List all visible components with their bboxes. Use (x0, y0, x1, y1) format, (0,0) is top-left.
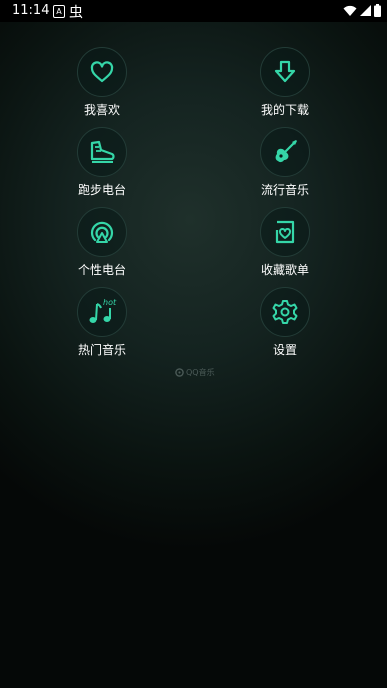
download-icon (274, 60, 296, 83)
menu-item-label: 收藏歌单 (260, 263, 309, 277)
menu-item-label: 我喜欢 (83, 103, 120, 117)
favorites-button[interactable] (77, 47, 127, 97)
brand-logo: QQ音乐 (175, 367, 215, 378)
battery-icon (374, 4, 381, 17)
menu-item-pop-music[interactable]: 流行音乐 (245, 127, 325, 198)
notification-a-icon: A (53, 5, 65, 18)
menu-item-label: 个性电台 (77, 263, 126, 277)
brand-text: QQ音乐 (186, 368, 215, 377)
qq-music-logo-icon (175, 368, 184, 377)
personal-radio-button[interactable] (77, 207, 127, 257)
running-radio-button[interactable] (77, 127, 127, 177)
screen: 11:14 A 虫 我喜欢 我的下载 跑步电台 流行音乐 个性电台 收藏歌单 h… (0, 0, 387, 688)
menu-item-label: 热门音乐 (77, 343, 126, 357)
downloads-button[interactable] (260, 47, 310, 97)
status-icons (343, 4, 381, 17)
hot-music-icon: hot (89, 298, 117, 323)
status-time: 11:14 (12, 3, 50, 18)
menu-item-personal-radio[interactable]: 个性电台 (62, 207, 142, 278)
status-bar: 11:14 A 虫 (0, 0, 387, 22)
signal-icon (360, 5, 371, 16)
menu-item-settings[interactable]: 设置 (245, 287, 325, 358)
menu-item-running-radio[interactable]: 跑步电台 (62, 127, 142, 198)
heart-icon (90, 61, 114, 83)
saved-playlists-button[interactable] (260, 207, 310, 257)
menu-item-downloads[interactable]: 我的下载 (245, 47, 325, 118)
menu-item-hot-music[interactable]: hot 热门音乐 (62, 287, 142, 358)
menu-item-saved-playlists[interactable]: 收藏歌单 (245, 207, 325, 278)
menu-item-label: 跑步电台 (77, 183, 126, 197)
guitar-icon (275, 140, 297, 163)
menu-item-label: 设置 (272, 343, 297, 357)
menu-item-label: 我的下载 (260, 103, 309, 117)
hot-music-button[interactable]: hot (77, 287, 127, 337)
svg-text:hot: hot (103, 298, 117, 307)
gear-icon (272, 300, 298, 324)
settings-button[interactable] (260, 287, 310, 337)
favorite-playlist-icon (275, 220, 295, 244)
pop-music-button[interactable] (260, 127, 310, 177)
wifi-icon (343, 5, 357, 16)
notification-bug-icon: 虫 (69, 5, 83, 21)
radio-icon (90, 221, 114, 243)
menu-item-label: 流行音乐 (260, 183, 309, 197)
running-shoe-icon (90, 140, 115, 163)
menu-item-favorites[interactable]: 我喜欢 (62, 47, 142, 118)
